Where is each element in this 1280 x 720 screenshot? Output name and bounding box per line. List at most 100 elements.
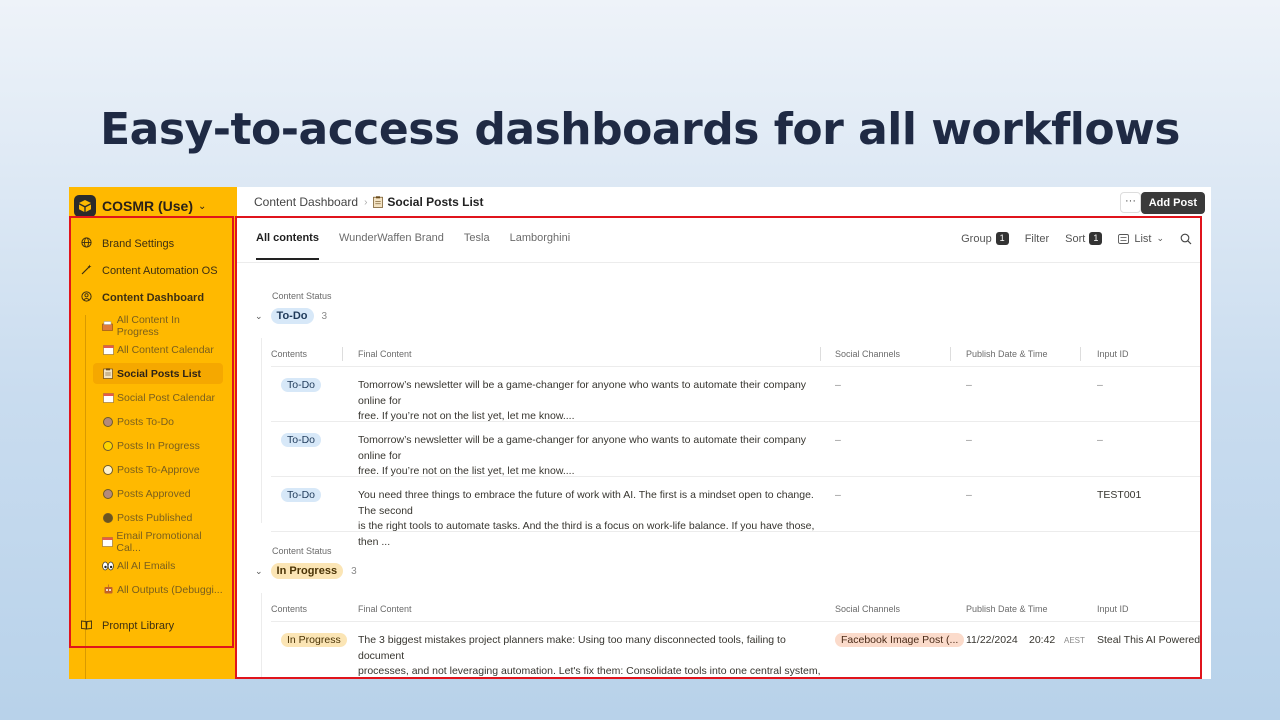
- column-header-contents[interactable]: Contents: [271, 604, 307, 614]
- final-content-cell[interactable]: Tomorrow’s newsletter will be a game-cha…: [358, 378, 818, 425]
- book-icon: [79, 619, 93, 633]
- calendar-icon: [102, 536, 113, 547]
- sidebar-item-content-dashboard[interactable]: Content Dashboard: [69, 287, 237, 309]
- column-header-publish-date-time[interactable]: Publish Date & Time: [966, 604, 1048, 614]
- sidebar-subitem-label: All Outputs (Debuggi...: [117, 583, 223, 596]
- publish-date-cell[interactable]: 11/22/2024: [966, 633, 1018, 649]
- final-content-line: free. If you’re not on the list yet, let…: [358, 465, 575, 477]
- sidebar-subitem-all-content-in-progress[interactable]: All Content In Progress: [93, 313, 223, 338]
- publish-date-cell[interactable]: –: [966, 488, 972, 504]
- group-property-label: Content Status: [272, 291, 332, 301]
- chevron-down-icon[interactable]: ⌄: [255, 311, 263, 322]
- header-divider: [271, 621, 1200, 622]
- sidebar-subitem-email-promotional-calendar[interactable]: Email Promotional Cal...: [93, 529, 223, 554]
- sort-label: Sort: [1065, 232, 1086, 245]
- sidebar-subitem-label: Social Posts List: [117, 367, 202, 380]
- tab-wunderwaffen-brand[interactable]: WunderWaffen Brand: [339, 232, 444, 260]
- sidebar-subitem-posts-approved[interactable]: Posts Approved: [93, 483, 223, 504]
- table-left-border: [261, 338, 262, 523]
- group-count: 3: [321, 310, 328, 322]
- group-header-to-do[interactable]: ⌄ To-Do 3: [255, 308, 327, 324]
- social-channel-tag[interactable]: Facebook Image Post (...: [835, 633, 965, 647]
- inbox-tray-icon: [102, 320, 114, 331]
- search-icon[interactable]: [1180, 233, 1192, 245]
- publish-date-cell[interactable]: –: [966, 433, 972, 449]
- group-count-badge: 1: [995, 232, 1009, 245]
- column-header-input-id[interactable]: Input ID: [1097, 349, 1129, 359]
- sidebar-subitem-all-content-calendar[interactable]: All Content Calendar: [93, 339, 223, 360]
- final-content-cell[interactable]: Tomorrow’s newsletter will be a game-cha…: [358, 433, 818, 480]
- calendar-icon: [102, 344, 114, 355]
- final-content-line: processes, and not leveraging automation…: [358, 665, 821, 677]
- sidebar-subitem-posts-published[interactable]: Posts Published: [93, 507, 223, 528]
- sidebar-subitem-social-post-calendar[interactable]: Social Post Calendar: [93, 387, 223, 408]
- final-content-cell[interactable]: You need three things to embrace the fut…: [358, 488, 828, 550]
- header-divider: [271, 366, 1200, 367]
- sidebar-subitem-posts-to-do[interactable]: Posts To-Do: [93, 411, 223, 432]
- status-tag[interactable]: To-Do: [281, 378, 322, 392]
- breadcrumb-parent[interactable]: Content Dashboard: [254, 195, 358, 209]
- social-channels-cell[interactable]: –: [835, 488, 841, 504]
- tab-tesla[interactable]: Tesla: [464, 232, 490, 260]
- column-header-final-content[interactable]: Final Content: [358, 604, 412, 614]
- sidebar-item-prompt-library[interactable]: Prompt Library: [69, 615, 237, 637]
- row-divider: [271, 421, 1200, 422]
- sidebar-subitem-all-outputs-debugging[interactable]: All Outputs (Debuggi...: [93, 579, 223, 600]
- column-header-publish-date-time[interactable]: Publish Date & Time: [966, 349, 1048, 359]
- group-button[interactable]: Group 1: [961, 232, 1009, 245]
- column-header-social-channels[interactable]: Social Channels: [835, 349, 900, 359]
- table-left-border: [261, 593, 262, 677]
- final-content-line: You need three things to embrace the fut…: [358, 489, 814, 517]
- sidebar-subitem-social-posts-list[interactable]: Social Posts List: [93, 363, 223, 384]
- sidebar-subitem-posts-in-progress[interactable]: Posts In Progress: [93, 435, 223, 456]
- workspace-switcher[interactable]: COSMR (Use) ⌄: [74, 193, 206, 219]
- sidebar-item-brand-settings[interactable]: Brand Settings: [69, 233, 237, 255]
- add-post-button[interactable]: Add Post: [1140, 192, 1205, 214]
- social-channels-cell[interactable]: –: [835, 433, 841, 449]
- group-status-pill: To-Do: [270, 308, 314, 324]
- publish-time-cell[interactable]: 20:42: [1029, 633, 1055, 649]
- chevron-down-icon[interactable]: ⌄: [255, 566, 263, 577]
- status-tag[interactable]: To-Do: [281, 488, 322, 502]
- final-content-cell[interactable]: The 3 biggest mistakes project planners …: [358, 633, 828, 677]
- clipboard-icon: [102, 368, 114, 379]
- eyes-icon: [102, 561, 114, 571]
- top-bar: Content Dashboard › Social Posts List ··…: [237, 187, 1211, 217]
- view-layout-button[interactable]: List ⌄: [1118, 233, 1164, 245]
- clipboard-icon: [373, 196, 384, 208]
- status-tag[interactable]: To-Do: [281, 433, 322, 447]
- column-header-contents[interactable]: Contents: [271, 349, 307, 359]
- sidebar-subitem-label: Posts To-Do: [117, 415, 174, 428]
- sidebar-subitem-label: All Content In Progress: [116, 313, 180, 338]
- sidebar-subitem-label: Email Promotional Cal...: [116, 529, 202, 554]
- sort-button[interactable]: Sort 1: [1065, 232, 1103, 245]
- input-id-cell[interactable]: –: [1097, 378, 1103, 394]
- final-content-line: is the right tools to automate tasks. An…: [358, 520, 815, 548]
- sidebar-item-content-automation-os[interactable]: Content Automation OS: [69, 260, 237, 282]
- circle-brown-icon: [102, 488, 114, 499]
- circle-yellow-icon: [102, 440, 114, 451]
- social-channels-cell[interactable]: –: [835, 378, 841, 394]
- view-tabs: All contents WunderWaffen Brand Tesla La…: [256, 232, 590, 260]
- input-id-cell[interactable]: –: [1097, 433, 1103, 449]
- sidebar-subitem-posts-to-approve[interactable]: Posts To-Approve: [93, 459, 223, 480]
- filter-button[interactable]: Filter: [1025, 233, 1049, 245]
- group-count: 3: [351, 565, 357, 577]
- tab-all-contents[interactable]: All contents: [256, 232, 319, 260]
- group-header-in-progress[interactable]: ⌄ In Progress 3: [255, 563, 357, 579]
- column-header-input-id[interactable]: Input ID: [1097, 604, 1129, 614]
- status-tag[interactable]: In Progress: [281, 633, 347, 647]
- publish-date-cell[interactable]: –: [966, 378, 972, 394]
- more-options-button[interactable]: ···: [1120, 192, 1141, 213]
- input-id-cell[interactable]: Steal This AI Powered Proj...: [1097, 633, 1200, 649]
- column-header-final-content[interactable]: Final Content: [358, 349, 412, 359]
- input-id-cell[interactable]: TEST001: [1097, 488, 1141, 504]
- group-property-label: Content Status: [272, 546, 332, 556]
- breadcrumb-current[interactable]: Social Posts List: [387, 195, 483, 209]
- column-header-social-channels[interactable]: Social Channels: [835, 604, 900, 614]
- tab-lamborghini[interactable]: Lamborghini: [510, 232, 571, 260]
- circle-white-icon: [102, 464, 114, 475]
- sidebar-subitem-all-ai-emails[interactable]: All AI Emails: [93, 555, 223, 576]
- tab-divider: [237, 262, 1200, 263]
- workspace-logo-icon: [74, 195, 96, 217]
